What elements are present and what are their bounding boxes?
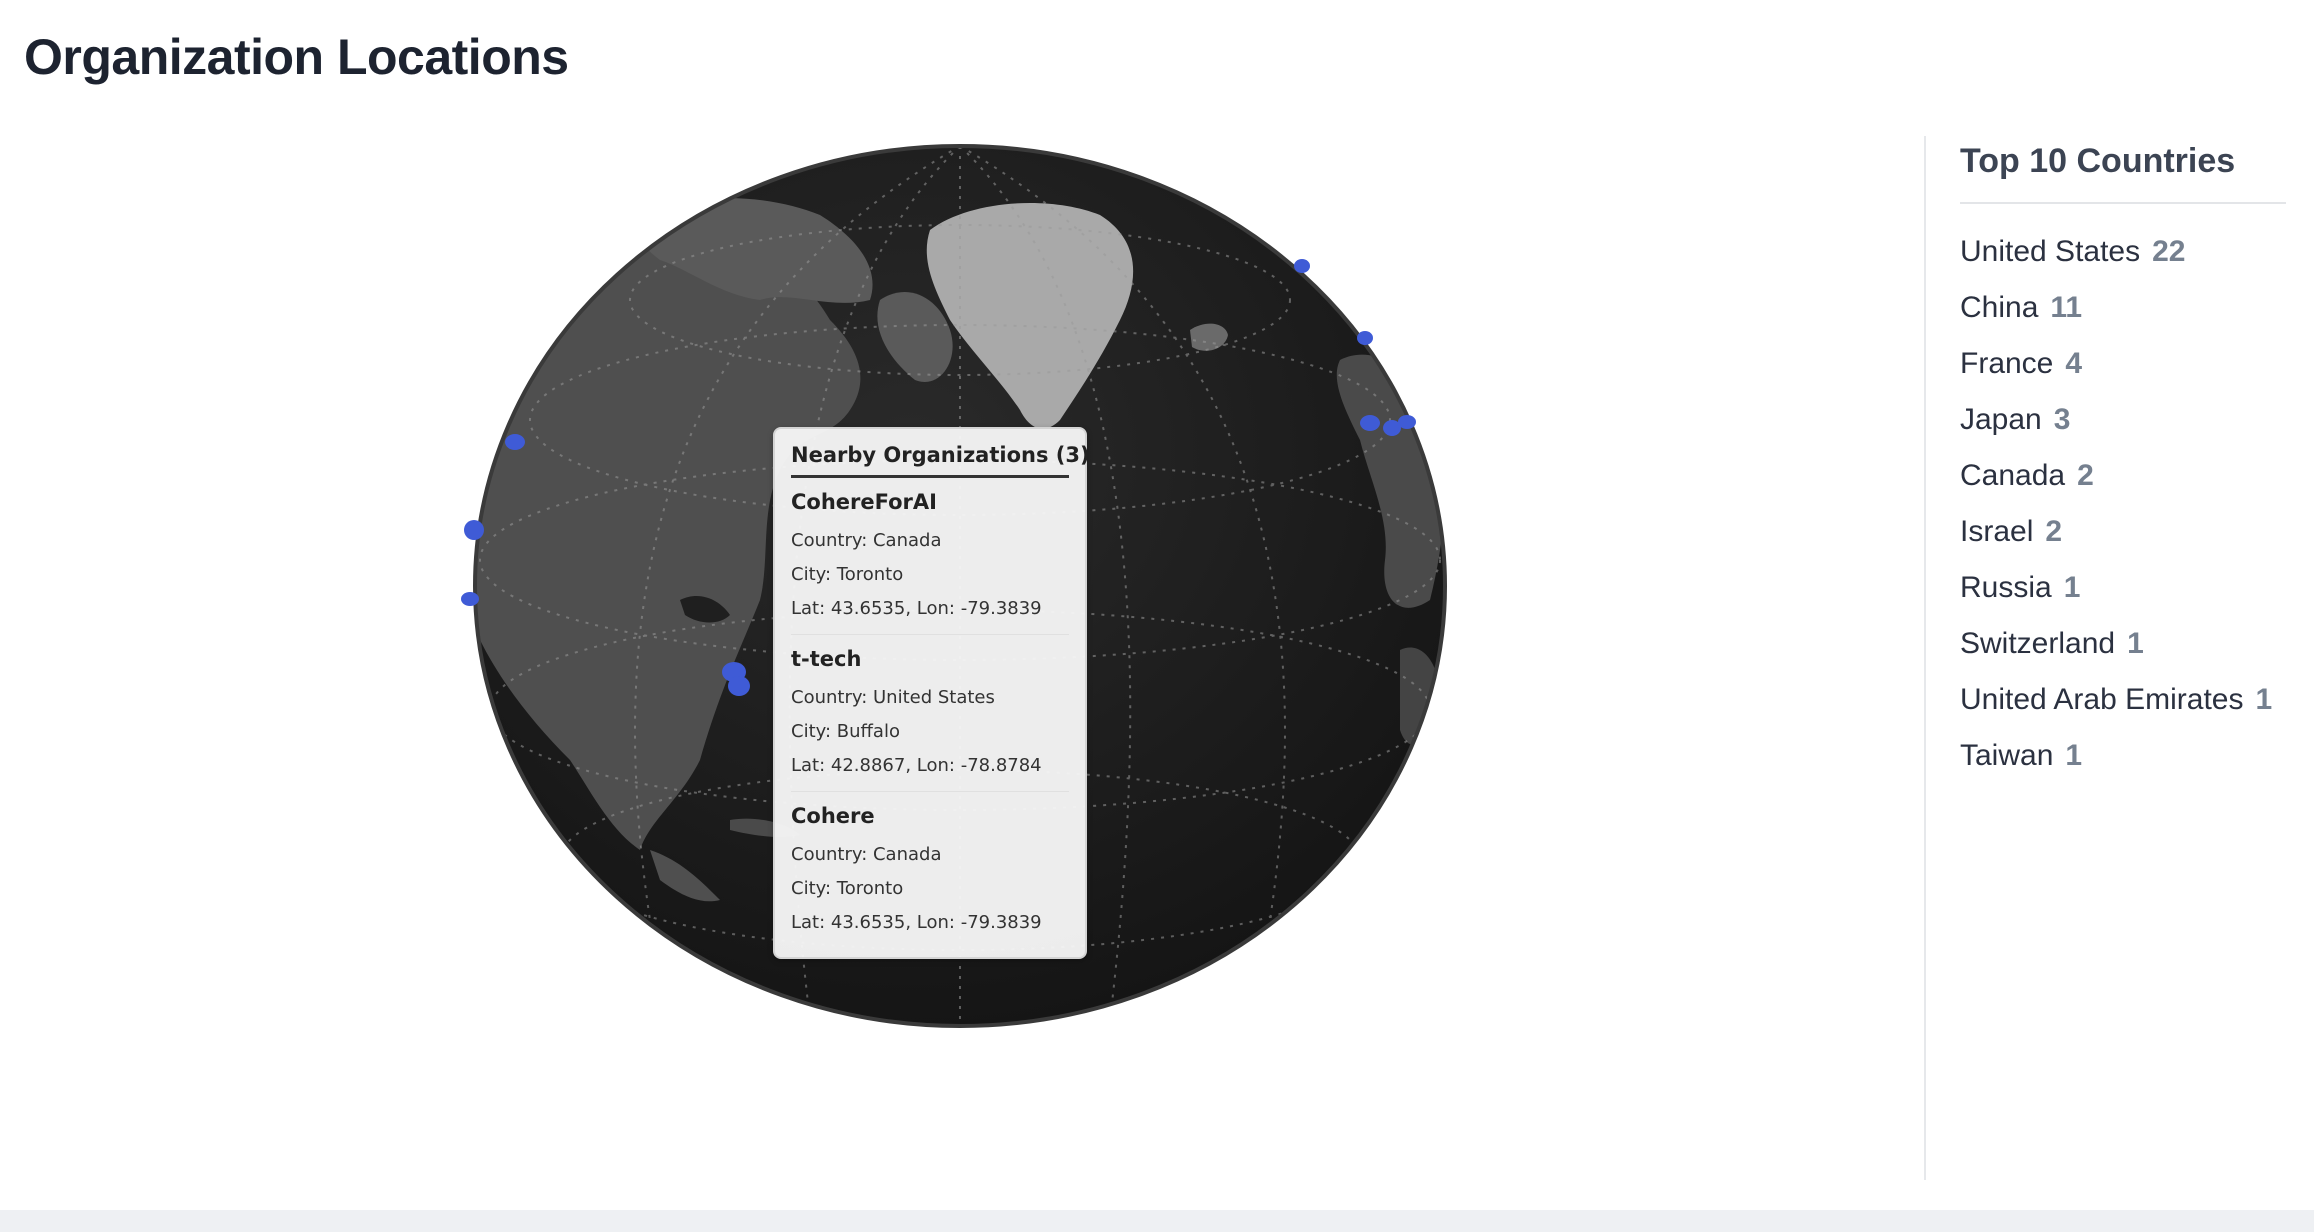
org-marker[interactable] bbox=[461, 592, 479, 606]
top-countries-panel: Top 10 Countries United States 22 China 11… bbox=[1924, 136, 2314, 1180]
org-city: City: Buffalo bbox=[791, 721, 900, 742]
org-coordinates: Lat: 42.8867, Lon: -78.8784 bbox=[791, 755, 1042, 776]
country-item: Canada 2 bbox=[1960, 448, 2272, 504]
country-item: Israel 2 bbox=[1960, 504, 2272, 560]
nearby-organizations-tooltip: Nearby Organizations (3) CohereForAI Cou… bbox=[773, 427, 1090, 959]
country-item: United Arab Emirates 1 bbox=[1960, 672, 2272, 728]
country-count: 3 bbox=[2053, 403, 2071, 436]
country-item: Taiwan 1 bbox=[1960, 728, 2272, 784]
org-marker[interactable] bbox=[728, 676, 750, 696]
page-title: Organization Locations bbox=[24, 29, 569, 85]
org-coordinates: Lat: 43.6535, Lon: -79.3839 bbox=[791, 598, 1042, 619]
country-count: 22 bbox=[2152, 235, 2186, 268]
org-city: City: Toronto bbox=[791, 878, 904, 899]
country-count: 1 bbox=[2065, 739, 2083, 772]
country-item: United States 22 bbox=[1960, 224, 2272, 280]
country-name: United Arab Emirates bbox=[1960, 683, 2244, 716]
org-country: Country: Canada bbox=[791, 844, 942, 865]
bottom-bar bbox=[0, 1210, 2314, 1232]
sidebar-divider bbox=[1960, 202, 2286, 204]
tooltip-org-item: Cohere Country: Canada City: Toronto Lat… bbox=[791, 804, 1069, 948]
country-count: 1 bbox=[2127, 627, 2144, 660]
tooltip-org-item: t-tech Country: United States City: Buff… bbox=[791, 647, 1069, 792]
country-count: 1 bbox=[2255, 683, 2273, 716]
org-name: t-tech bbox=[791, 647, 862, 671]
org-coordinates: Lat: 43.6535, Lon: -79.3839 bbox=[791, 912, 1042, 933]
country-name: Canada bbox=[1960, 459, 2066, 492]
org-marker[interactable] bbox=[1360, 415, 1380, 431]
country-list: United States 22 China 11 France 4 Japan 3 C… bbox=[1960, 224, 2272, 784]
country-item: France 4 bbox=[1960, 336, 2272, 392]
org-city: City: Toronto bbox=[791, 564, 904, 585]
page: Organization Locations Nearby Organizati… bbox=[0, 0, 2314, 1232]
org-marker[interactable] bbox=[1357, 331, 1373, 345]
country-item: Russia 1 bbox=[1960, 560, 2272, 616]
tooltip-title: Nearby Organizations (3) bbox=[791, 443, 1090, 478]
org-marker[interactable] bbox=[1294, 259, 1310, 273]
org-marker[interactable] bbox=[505, 434, 525, 450]
org-country: Country: Canada bbox=[791, 530, 942, 551]
country-count: 11 bbox=[2050, 291, 2083, 324]
country-name: China bbox=[1960, 291, 2039, 324]
country-count: 4 bbox=[2065, 347, 2083, 380]
country-count: 1 bbox=[2063, 571, 2081, 604]
country-name: Russia bbox=[1960, 571, 2052, 604]
org-marker[interactable] bbox=[1398, 415, 1416, 429]
country-name: Taiwan bbox=[1960, 739, 2054, 772]
country-name: France bbox=[1960, 347, 2054, 380]
country-count: 2 bbox=[2045, 515, 2063, 548]
country-name: United States bbox=[1960, 235, 2141, 268]
country-name: Japan bbox=[1960, 403, 2042, 436]
sidebar-title: Top 10 Countries bbox=[1960, 142, 2236, 180]
country-item: Switzerland 1 bbox=[1960, 616, 2272, 672]
country-name: Switzerland bbox=[1960, 627, 2116, 660]
country-name: Israel bbox=[1960, 515, 2034, 548]
org-marker[interactable] bbox=[464, 520, 484, 540]
tooltip-org-item: CohereForAI Country: Canada City: Toront… bbox=[791, 490, 1069, 635]
org-country: Country: United States bbox=[791, 687, 995, 708]
org-name: Cohere bbox=[791, 804, 875, 828]
org-name: CohereForAI bbox=[791, 490, 937, 514]
country-item: China 11 bbox=[1960, 280, 2272, 336]
country-item: Japan 3 bbox=[1960, 392, 2272, 448]
country-count: 2 bbox=[2077, 459, 2094, 492]
